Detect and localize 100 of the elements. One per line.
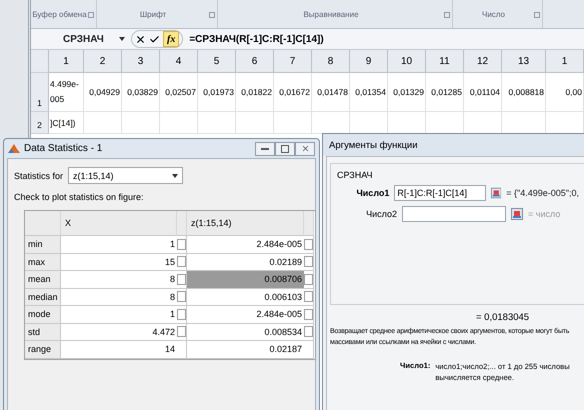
row-label: median <box>25 288 61 306</box>
dialog-title: Аргументы функции <box>329 140 418 150</box>
column-header: X <box>61 211 177 236</box>
cancel-icon[interactable] <box>135 34 146 44</box>
column-header[interactable]: 5 <box>198 50 236 73</box>
table-cell: 0,01354 <box>350 73 388 112</box>
table-cell: 0,01672 <box>274 73 312 112</box>
table-cell: 0,01285 <box>426 73 464 112</box>
plot-hint-text: Check to plot statistics on figure: <box>14 192 145 202</box>
row-label: max <box>25 254 61 271</box>
argument-field[interactable]: R[-1]C:R[-1]C[14] <box>394 185 486 201</box>
row-header[interactable]: 2 <box>31 112 49 134</box>
row-label: mean <box>25 271 61 288</box>
table-cell[interactable]: 0.02189 <box>187 254 304 271</box>
name-box[interactable]: СРЗНАЧ <box>31 34 131 44</box>
dialog-launcher-icon[interactable] <box>444 12 450 18</box>
column-header[interactable]: 1 <box>546 50 584 73</box>
statistics-for-label: Statistics for <box>14 170 64 180</box>
ribbon-group-label: Число <box>453 0 543 28</box>
plot-checkbox[interactable] <box>304 291 313 302</box>
table-cell: 0,01478 <box>312 73 350 112</box>
row-header[interactable]: 1 <box>31 73 49 112</box>
column-header[interactable]: 8 <box>312 50 350 73</box>
plot-checkbox[interactable] <box>177 291 186 302</box>
caret-icon[interactable] <box>172 174 178 178</box>
plot-checkbox[interactable] <box>304 238 313 250</box>
table-cell[interactable]: 0.008706 <box>187 271 304 288</box>
column-header[interactable]: 10 <box>388 50 426 73</box>
plot-checkbox[interactable] <box>177 308 186 320</box>
row-label: range <box>25 341 61 358</box>
plot-checkbox[interactable] <box>177 238 186 250</box>
empty-cell <box>198 112 236 134</box>
dialog-launcher-icon[interactable] <box>534 12 540 18</box>
empty-cell <box>274 112 312 134</box>
table-cell[interactable]: 4.472 <box>61 324 177 341</box>
row-label: min <box>25 236 61 254</box>
ribbon-group-label: Шрифт <box>97 0 218 28</box>
plot-checkbox[interactable] <box>304 274 313 285</box>
peak-logo-icon <box>8 142 20 154</box>
table-cell[interactable]: 15 <box>61 254 177 271</box>
enter-icon[interactable] <box>149 34 160 44</box>
variable-dropdown[interactable]: z(1:15,14) <box>68 167 184 184</box>
empty-cell <box>122 112 160 134</box>
table-cell: 0,03829 <box>122 73 160 112</box>
table-cell: 0,00 <box>546 73 584 112</box>
insert-function-button[interactable]: fx <box>163 31 180 47</box>
argument-label: Число2 <box>365 209 397 219</box>
plot-checkbox[interactable] <box>304 308 313 320</box>
table-cell: ]C[14]) <box>49 112 84 134</box>
minimize-icon <box>261 146 269 150</box>
ribbon-group-label: Выравнивание <box>218 0 453 28</box>
row-label: std <box>25 324 61 341</box>
column-header[interactable]: 1 <box>49 50 84 73</box>
table-cell: 0,008818 <box>502 73 546 112</box>
empty-cell <box>236 112 274 134</box>
table-cell: 0,02507 <box>160 73 198 112</box>
formula-field[interactable]: =СРЗНАЧ(R[-1]C:R[-1]C[14]) <box>183 34 324 44</box>
table-cell[interactable]: 8 <box>61 288 177 306</box>
table-cell: 0,01973 <box>198 73 236 112</box>
minimize-button[interactable] <box>255 142 275 156</box>
argument-result: = {"4.499e-005";0, <box>506 188 579 198</box>
argument-label: Число1 <box>355 188 390 198</box>
range-picker-icon[interactable] <box>490 187 502 199</box>
plot-checkbox[interactable] <box>177 326 186 338</box>
table-cell[interactable]: 0.006103 <box>187 288 304 306</box>
caret-icon[interactable] <box>119 37 125 41</box>
table-cell: 4.499e-005 <box>49 73 84 112</box>
column-header[interactable]: 7 <box>274 50 312 73</box>
plot-checkbox[interactable] <box>304 326 313 338</box>
empty-cell <box>160 112 198 134</box>
plot-checkbox[interactable] <box>177 256 186 268</box>
column-header[interactable]: 11 <box>426 50 464 73</box>
ribbon-group-label: Буфер обмена <box>31 0 97 28</box>
column-header[interactable]: 9 <box>350 50 388 73</box>
column-header[interactable]: 4 <box>160 50 198 73</box>
dialog-launcher-icon[interactable] <box>209 12 215 18</box>
argument-field[interactable] <box>402 206 506 222</box>
select-all-corner[interactable] <box>31 50 49 73</box>
window-title: Data Statistics - 1 <box>24 143 102 154</box>
header-cell <box>177 211 187 236</box>
plot-checkbox[interactable] <box>177 274 186 285</box>
column-header[interactable]: 12 <box>464 50 502 73</box>
close-icon <box>300 144 310 153</box>
formula-result: = 0,0183045 <box>475 312 530 323</box>
column-header[interactable]: 3 <box>122 50 160 73</box>
dialog-launcher-icon[interactable] <box>88 12 94 18</box>
header-cell <box>25 211 61 236</box>
table-cell: 0,01329 <box>388 73 426 112</box>
maximize-button[interactable] <box>275 142 295 156</box>
table-cell[interactable]: 0.008534 <box>187 324 304 341</box>
empty-cell <box>84 112 122 134</box>
table-cell: 0,01104 <box>464 73 502 112</box>
column-header[interactable]: 6 <box>236 50 274 73</box>
column-header[interactable]: 13 <box>502 50 546 73</box>
argument-result: = число <box>528 209 560 219</box>
maximize-icon <box>281 144 289 152</box>
column-header[interactable]: 2 <box>84 50 122 73</box>
table-cell: 0,04929 <box>84 73 122 112</box>
range-picker-icon[interactable] <box>511 208 523 220</box>
plot-checkbox[interactable] <box>304 256 313 268</box>
